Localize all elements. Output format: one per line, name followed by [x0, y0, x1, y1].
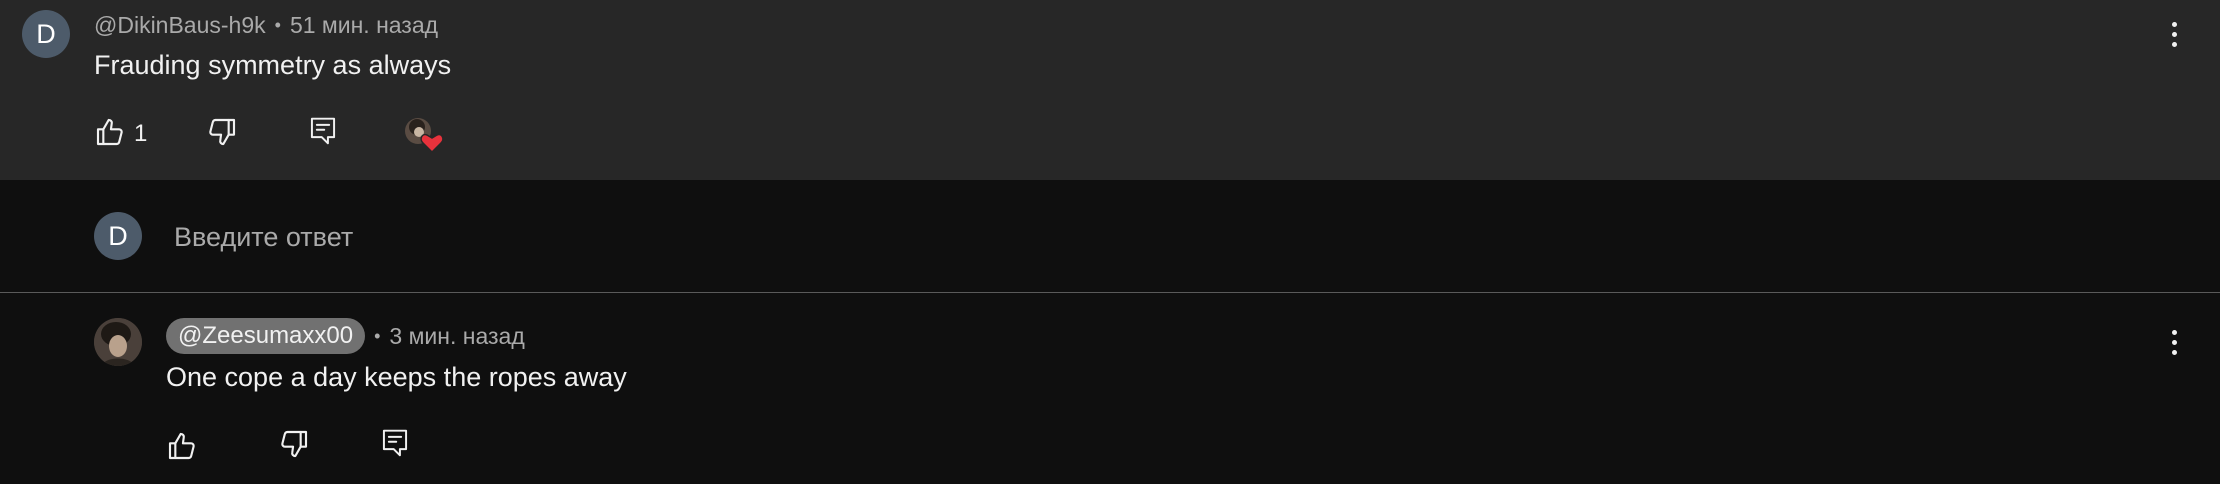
user-photo-icon [94, 318, 142, 366]
dislike-button[interactable] [204, 114, 240, 150]
reply-more-button[interactable] [2158, 322, 2190, 362]
reply-author-avatar[interactable] [94, 318, 142, 366]
like-count: 1 [134, 120, 148, 147]
creator-heart-icon [405, 118, 444, 154]
more-icon-dot [2171, 339, 2177, 345]
like-icon [168, 432, 195, 460]
dislike-icon [281, 430, 308, 458]
more-icon-dot [2171, 329, 2177, 335]
creator-heart [402, 114, 448, 154]
comment-more-button[interactable] [2158, 14, 2190, 54]
more-icon-dot [2171, 21, 2177, 27]
reply-input-bar: D Введите ответ [0, 180, 2220, 293]
more-icon-dot [2171, 349, 2177, 355]
reply-like-button[interactable] [164, 428, 200, 464]
reply-icon [382, 429, 408, 457]
reply-meta: @Zeesumaxx00 • 3 мин. назад [166, 318, 525, 354]
avatar-letter: D [108, 220, 128, 251]
comment-meta: @DikinBaus-h9k • 51 мин. назад [94, 12, 438, 39]
comment-time[interactable]: 51 мин. назад [290, 12, 438, 39]
more-icon-dot [2171, 41, 2177, 47]
dislike-icon [209, 118, 236, 146]
reply-button[interactable] [305, 113, 341, 149]
reply-dislike-button[interactable] [276, 426, 312, 462]
highlighted-comment: D @DikinBaus-h9k • 51 мин. назад Fraudin… [0, 0, 2220, 180]
reply-time[interactable]: 3 мин. назад [389, 323, 524, 350]
reply-input[interactable]: Введите ответ [174, 222, 353, 253]
like-icon [96, 118, 123, 146]
meta-separator: • [274, 15, 281, 35]
reply-reply-button[interactable] [377, 425, 413, 461]
like-button[interactable] [92, 114, 128, 150]
current-user-avatar: D [94, 212, 142, 260]
comment-author-avatar[interactable]: D [22, 10, 70, 58]
comment-text: Frauding symmetry as always [94, 50, 452, 80]
meta-separator: • [374, 325, 381, 346]
reply-icon [310, 117, 336, 145]
reply-text: One cope a day keeps the ropes away [166, 362, 627, 392]
comment-author[interactable]: @DikinBaus-h9k [94, 12, 266, 39]
reply-author-chip[interactable]: @Zeesumaxx00 [166, 318, 366, 354]
more-icon-dot [2171, 31, 2177, 37]
avatar-letter: D [36, 18, 56, 49]
